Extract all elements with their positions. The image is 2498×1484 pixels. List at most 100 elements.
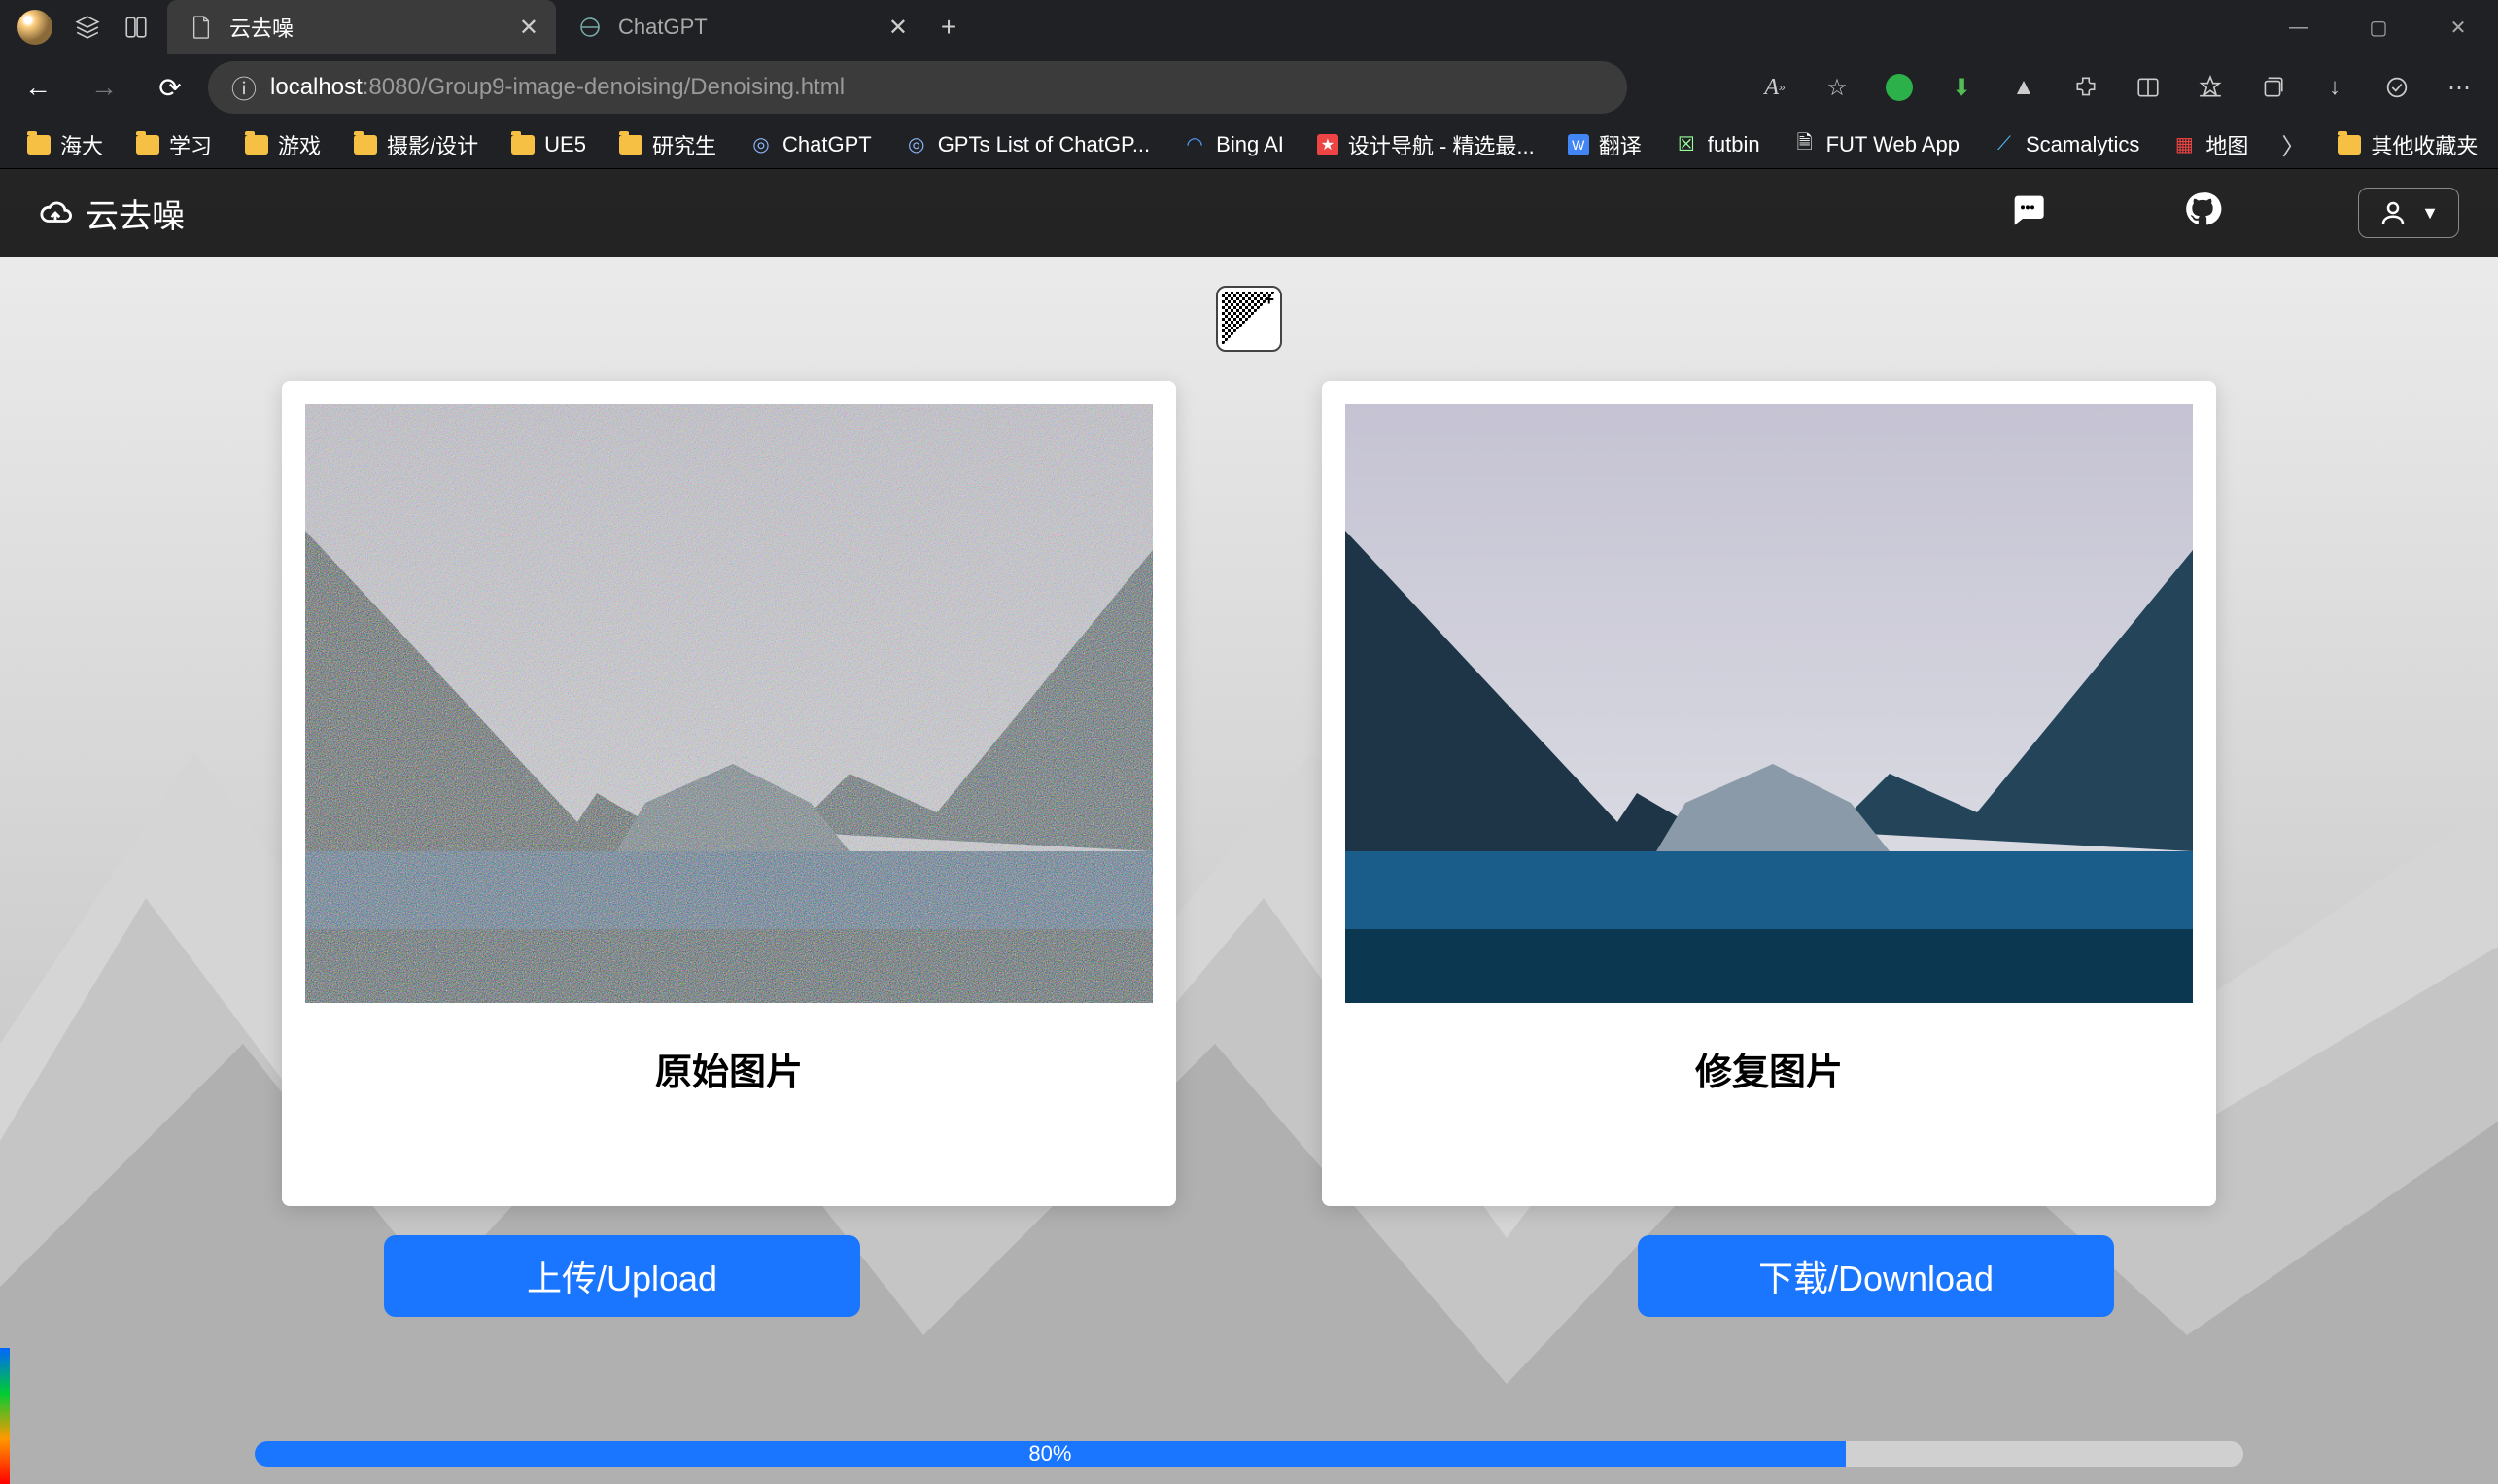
- info-icon[interactable]: ⓘ: [231, 70, 257, 106]
- close-window-button[interactable]: ✕: [2418, 0, 2498, 54]
- triangle-icon[interactable]: ▲: [1995, 63, 2053, 112]
- bookmark-folder[interactable]: UE5: [498, 125, 600, 164]
- close-icon[interactable]: ✕: [888, 14, 908, 42]
- bookmark-link[interactable]: ▦地图: [2159, 125, 2262, 164]
- extensions-icon[interactable]: [2057, 63, 2115, 112]
- minimize-button[interactable]: —: [2259, 0, 2339, 54]
- tab-actions-icon[interactable]: [119, 10, 154, 45]
- folder-icon: [354, 135, 377, 155]
- restored-card: 修复图片: [1322, 381, 2216, 1206]
- url-host: localhost: [270, 74, 363, 100]
- folder-icon: [619, 135, 642, 155]
- app-logo-icon: [17, 10, 52, 45]
- window-controls: — ▢ ✕: [2259, 0, 2498, 54]
- downloads-icon[interactable]: ↓: [2306, 63, 2364, 112]
- progress-bar: 80%: [255, 1441, 2243, 1467]
- download-button[interactable]: 下载/Download: [1638, 1235, 2114, 1317]
- folder-icon: [27, 135, 51, 155]
- url-path: :8080/Group9-image-denoising/Denoising.h…: [363, 74, 845, 100]
- reload-button[interactable]: ⟳: [142, 63, 198, 112]
- github-icon[interactable]: [2183, 190, 2222, 237]
- tab-denoise[interactable]: 云去噪 ✕: [167, 0, 556, 54]
- main-stage: 原始图片 修复图片 上传/Upload: [0, 257, 2498, 1346]
- bookmark-overflow-icon[interactable]: 〉: [2268, 127, 2318, 161]
- bookmark-link[interactable]: ◠Bing AI: [1169, 125, 1298, 164]
- bookmarks-bar: 海大 学习 游戏 摄影/设计 UE5 研究生 ◎ChatGPT ◎GPTs Li…: [0, 121, 2498, 169]
- url-input[interactable]: ⓘ localhost:8080/Group9-image-denoising/…: [208, 61, 1627, 114]
- folder-icon: [2338, 135, 2361, 155]
- workspace-icon[interactable]: [70, 10, 105, 45]
- user-dropdown[interactable]: ▼: [2358, 188, 2459, 238]
- collections-icon[interactable]: [2243, 63, 2302, 112]
- site-icon: W: [1568, 134, 1589, 155]
- app-header: 云去噪 ▼: [0, 169, 2498, 257]
- bookmark-link[interactable]: ◎GPTs List of ChatGP...: [891, 125, 1163, 164]
- site-icon: ★: [1317, 134, 1338, 155]
- progress-fill: 80%: [255, 1441, 1846, 1467]
- user-icon: [2378, 198, 2408, 227]
- new-tab-button[interactable]: +: [925, 0, 972, 54]
- folder-icon: [511, 135, 535, 155]
- app-brand[interactable]: 云去噪: [39, 190, 185, 237]
- bookmark-folder[interactable]: 摄影/设计: [340, 125, 492, 164]
- header-right: ▼: [2008, 188, 2459, 238]
- bookmark-folder[interactable]: 海大: [14, 125, 117, 164]
- bookmark-link[interactable]: ◎ChatGPT: [736, 125, 885, 164]
- bookmark-link[interactable]: ★设计导航 - 精选最...: [1303, 125, 1548, 164]
- chat-icon[interactable]: [2008, 190, 2047, 237]
- cloud-upload-icon: [39, 196, 72, 229]
- toolbar-icons: A» ☆ ⬇ ▲ ↓ ⋯: [1746, 63, 2488, 112]
- bookmark-link[interactable]: 🗎FUT Web App: [1780, 125, 1973, 164]
- restored-title: 修复图片: [1695, 1042, 1843, 1095]
- original-card: 原始图片: [282, 381, 1176, 1206]
- forward-button[interactable]: →: [76, 63, 132, 112]
- openai-icon: [577, 15, 603, 40]
- site-icon: ◎: [749, 133, 773, 156]
- caret-down-icon: ▼: [2421, 203, 2439, 224]
- tab-strip: 云去噪 ✕ ChatGPT ✕ +: [167, 0, 972, 54]
- bookmark-folder-other[interactable]: 其他收藏夹: [2324, 125, 2491, 164]
- progress-label: 80%: [1028, 1441, 1071, 1467]
- bookmark-folder[interactable]: 学习: [122, 125, 226, 164]
- more-icon[interactable]: ⋯: [2430, 63, 2488, 112]
- site-icon: ⟋: [1993, 133, 2016, 156]
- tab-chatgpt[interactable]: ChatGPT ✕: [556, 0, 925, 54]
- site-icon: ☒: [1675, 133, 1698, 156]
- bookmark-link[interactable]: W翻译: [1554, 125, 1655, 164]
- original-image: [305, 404, 1153, 1003]
- action-buttons: 上传/Upload 下载/Download: [384, 1235, 2114, 1317]
- folder-icon: [136, 135, 159, 155]
- bookmark-folder[interactable]: 游戏: [231, 125, 334, 164]
- favorite-icon[interactable]: ☆: [1808, 63, 1866, 112]
- image-cards: 原始图片 修复图片: [282, 381, 2216, 1206]
- original-title: 原始图片: [655, 1042, 803, 1095]
- favorites-list-icon[interactable]: [2181, 63, 2239, 112]
- site-icon: ▦: [2172, 133, 2196, 156]
- file-icon: [189, 15, 214, 40]
- download-ext-icon[interactable]: ⬇: [1932, 63, 1991, 112]
- tab-title: ChatGPT: [618, 15, 708, 40]
- maximize-button[interactable]: ▢: [2339, 0, 2418, 54]
- address-bar: ← → ⟳ ⓘ localhost:8080/Group9-image-deno…: [0, 54, 2498, 121]
- brand-text: 云去噪: [86, 190, 185, 237]
- window-titlebar: 云去噪 ✕ ChatGPT ✕ + — ▢ ✕: [0, 0, 2498, 54]
- bookmark-link[interactable]: ☒futbin: [1661, 125, 1774, 164]
- bookmark-link[interactable]: ⟋Scamalytics: [1979, 125, 2153, 164]
- restored-image: [1345, 404, 2193, 1003]
- back-button[interactable]: ←: [10, 63, 66, 112]
- performance-icon[interactable]: [2368, 63, 2426, 112]
- extension-green-icon[interactable]: [1870, 63, 1928, 112]
- site-icon: ◎: [905, 133, 928, 156]
- site-icon: 🗎: [1793, 133, 1817, 156]
- bookmark-folder[interactable]: 研究生: [606, 125, 730, 164]
- split-icon[interactable]: [2119, 63, 2177, 112]
- close-icon[interactable]: ✕: [519, 14, 538, 42]
- noise-icon-button[interactable]: [1216, 286, 1282, 352]
- page-content: 云去噪 ▼: [0, 169, 2498, 1484]
- folder-icon: [245, 135, 268, 155]
- side-strip: [0, 1348, 10, 1484]
- tab-title: 云去噪: [229, 12, 294, 43]
- upload-button[interactable]: 上传/Upload: [384, 1235, 860, 1317]
- site-icon: ◠: [1183, 133, 1206, 156]
- read-aloud-icon[interactable]: A»: [1746, 63, 1804, 112]
